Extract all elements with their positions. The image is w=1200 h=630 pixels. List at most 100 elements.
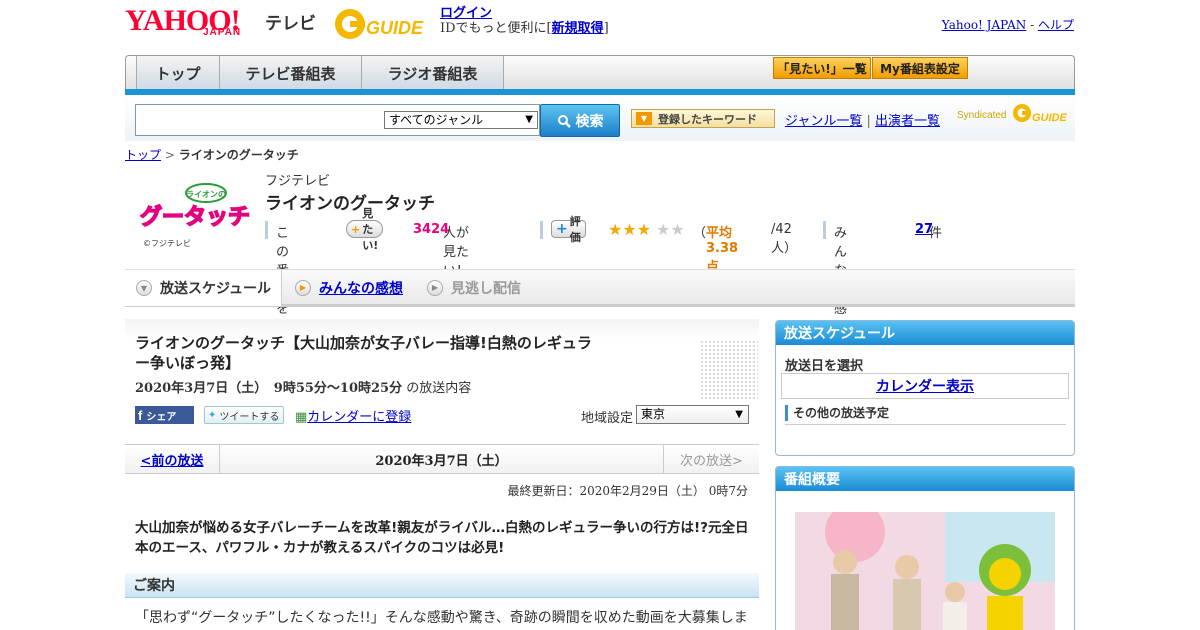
rating-button[interactable]: + 評価 [551, 215, 586, 244]
program-photo [795, 512, 1055, 630]
chevron-right-icon: ▶ [295, 279, 311, 296]
performer-list-link[interactable]: 出演者一覧 [875, 114, 940, 129]
chevron-down-icon: ▼ [525, 114, 533, 125]
tweet-button[interactable]: ✦ ツイートする [204, 406, 284, 424]
stat-divider [540, 221, 543, 239]
program-logo-text: グータッチ [140, 204, 250, 230]
top-right-links: Yahoo! JAPAN - ヘルプ [942, 16, 1074, 33]
gguide-logo[interactable]: GUIDE [334, 6, 434, 42]
genre-select-value: すべてのジャンル [389, 113, 484, 127]
mitai-button-label: 見たい! [362, 207, 379, 252]
guide-heading: ご案内 [125, 573, 759, 598]
region-label: 地域設定 [581, 411, 634, 426]
registered-keyword-button[interactable]: ▼ 登録したキーワード [631, 109, 775, 128]
mitai-button[interactable]: + 見たい! [346, 207, 384, 252]
chevron-down-icon: ▼ [735, 409, 743, 420]
genre-list-link[interactable]: ジャンル一覧 [785, 114, 862, 129]
plus-icon: + [556, 221, 568, 237]
tv-logo-text[interactable]: テレビ [265, 9, 316, 34]
global-nav: トップ テレビ番組表 ラジオ番組表 「見たい!」一覧 My番組表設定 [125, 55, 1075, 93]
mitai-list-button[interactable]: 「見たい!」一覧 [773, 57, 871, 79]
region-select[interactable]: 東京 ▼ [636, 405, 749, 424]
other-schedule-heading: その他の放送予定 [785, 405, 1066, 425]
login-link[interactable]: ログイン [440, 6, 492, 21]
registered-keyword-label: 登録したキーワード [658, 112, 757, 126]
calendar-register-link[interactable]: カレンダーに登録 [307, 410, 411, 425]
episode-datetime: 2020年3月7日（土） 9時55分～10時25分 の放送内容 [135, 377, 471, 396]
current-broadcast-date: 2020年3月7日（土） [375, 453, 508, 469]
search-links: ジャンル一覧 | 出演者一覧 [785, 110, 940, 129]
search-button-label: 検索 [575, 113, 604, 130]
tab-schedule-label: 放送スケジュール [160, 281, 272, 297]
program-tabs: ▼ 放送スケジュール ▶ みんなの感想 ▶ 見逃し配信 [125, 269, 1075, 307]
rating-stars-empty: ★★ [656, 220, 685, 239]
overview-sidebar-heading: 番組概要 [776, 467, 1074, 491]
japan-logo-text: JAPAN [203, 27, 242, 38]
heading-bar [785, 405, 788, 421]
program-title: ライオンのグータッチ [265, 194, 435, 214]
rating-button-label: 評価 [569, 215, 581, 244]
episode-date: 2020年3月7日（土） 9時55分～10時25分 [135, 381, 403, 396]
program-logo: ライオンの グータッチ [140, 183, 250, 231]
episode-date-suffix: の放送内容 [406, 381, 472, 396]
chevron-right-icon: ▶ [427, 279, 443, 296]
link-separator: - [1026, 18, 1038, 32]
next-broadcast-link: 次の放送> [663, 445, 759, 473]
tweet-label: ツイートする [219, 411, 280, 423]
broadcast-nav: <前の放送 2020年3月7日（土） 次の放送> [125, 444, 759, 474]
program-logo-copyright: ©フジテレビ [143, 239, 191, 248]
tab-missed-label: 見逃し配信 [451, 280, 521, 297]
stat-divider [265, 221, 268, 239]
genre-select[interactable]: すべてのジャンル ▼ [384, 111, 538, 129]
breadcrumb-current: ライオンのグータッチ [178, 148, 299, 162]
chevron-down-icon: ▼ [636, 112, 652, 125]
breadcrumb-sep: > [161, 148, 179, 162]
search-button[interactable]: 検索 [540, 104, 620, 137]
select-date-label: 放送日を選択 [785, 359, 864, 374]
login-block: ログイン IDでもっと便利に[新規取得] [440, 6, 609, 36]
program-logo-small-text: ライオンの [186, 190, 226, 199]
gguide-logo-text: GUIDE [366, 18, 424, 38]
breadcrumb-top[interactable]: トップ [125, 148, 161, 162]
search-icon [557, 114, 571, 128]
facebook-share-label: シェア [146, 411, 177, 423]
schedule-sidebar-heading: 放送スケジュール [776, 321, 1074, 345]
facebook-share-button[interactable]: f シェア [135, 406, 194, 424]
stat-divider [823, 221, 826, 239]
gguide-small-logo: GUIDE [1013, 104, 1068, 124]
nav-tab-tv-schedule[interactable]: テレビ番組表 [220, 56, 362, 90]
calendar-register: ▦カレンダーに登録 [295, 406, 411, 425]
rating-count: /42人） [771, 222, 798, 256]
gguide-small-logo-text: GUIDE [1032, 112, 1068, 124]
tab-reviews-label: みんなの感想 [319, 280, 403, 297]
nav-tab-top[interactable]: トップ [136, 56, 220, 90]
my-schedule-button[interactable]: My番組表設定 [872, 57, 968, 79]
prev-broadcast-link[interactable]: <前の放送 [125, 445, 220, 473]
other-schedule-label: その他の放送予定 [793, 406, 890, 420]
chevron-down-icon: ▼ [136, 280, 152, 296]
help-link[interactable]: ヘルプ [1038, 18, 1074, 32]
id-prefix-text: IDでもっと便利に[ [440, 21, 552, 36]
episode-title: ライオンのグータッチ【大山加奈が女子バレー指導!白熱のレギュラー争いぼっ発】 [135, 334, 592, 372]
guide-text: 「思わず“グータッチ”したくなった!!」そんな感動や驚き、奇跡の瞬間を収めた動画… [135, 610, 748, 626]
rating-stars-filled: ★★★ [608, 220, 652, 239]
rating-open-paren: （ [693, 226, 707, 241]
episode-summary: 大山加奈が悩める女子バレーチームを改革!親友がライバル…白熱のレギュラー争いの行… [135, 520, 749, 556]
plus-icon: + [351, 222, 361, 236]
tab-schedule[interactable]: ▼ 放送スケジュール [125, 270, 282, 306]
nav-tab-radio-schedule[interactable]: ラジオ番組表 [362, 56, 504, 90]
twitter-icon: ✦ [208, 409, 217, 421]
last-updated: 最終更新日：2020年2月29日（土） 0時7分 [507, 484, 748, 498]
region-select-value: 東京 [641, 407, 666, 421]
yahoo-japan-link[interactable]: Yahoo! JAPAN [942, 18, 1027, 32]
syndicated-label: Syndicated [957, 110, 1007, 121]
calendar-icon: ▦ [295, 410, 308, 425]
facebook-icon: f [138, 407, 143, 423]
dot-pattern [700, 340, 758, 400]
tab-missed[interactable]: ▶ 見逃し配信 [427, 270, 521, 305]
tab-reviews[interactable]: ▶ みんなの感想 [295, 270, 403, 305]
calendar-display-button[interactable]: カレンダー表示 [781, 373, 1069, 399]
breadcrumb: トップ > ライオンのグータッチ [125, 146, 299, 163]
signup-link[interactable]: 新規取得 [552, 21, 604, 36]
id-suffix-text: ] [603, 21, 609, 36]
